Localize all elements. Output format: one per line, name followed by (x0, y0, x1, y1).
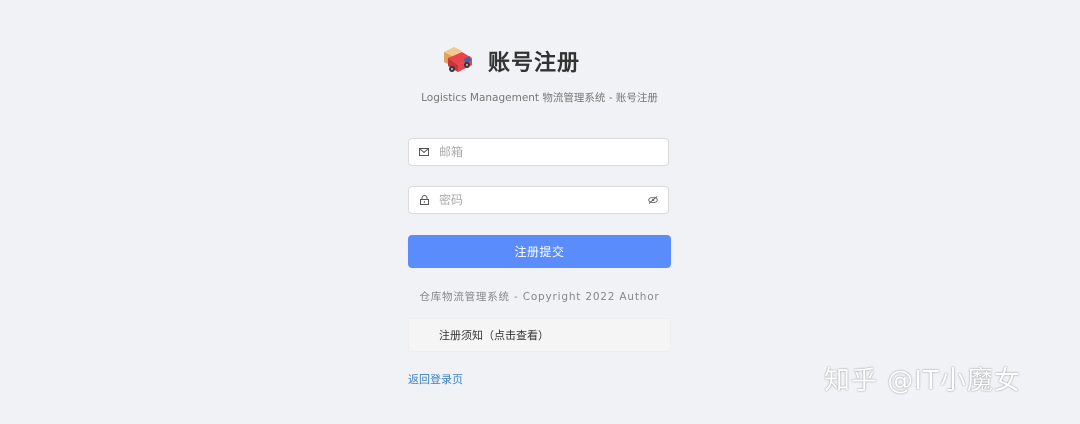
registration-notice-label: 注册须知（点击查看） (439, 329, 549, 342)
mail-icon (417, 148, 431, 156)
password-input[interactable] (439, 193, 646, 207)
lock-icon (417, 195, 431, 205)
delivery-truck-icon (444, 47, 472, 72)
password-field[interactable] (408, 186, 669, 214)
page-subtitle: Logistics Management 物流管理系统 - 账号注册 (421, 92, 658, 104)
email-input[interactable] (439, 145, 668, 159)
copyright-text: 仓库物流管理系统 - Copyright 2022 Author (419, 291, 660, 303)
back-to-login-link[interactable]: 返回登录页 (408, 371, 463, 387)
registration-notice-toggle[interactable]: 注册须知（点击查看） (408, 318, 671, 352)
register-page: 账号注册 Logistics Management 物流管理系统 - 账号注册 (0, 0, 1080, 424)
header: 账号注册 (440, 44, 580, 78)
email-field[interactable] (408, 138, 669, 166)
watermark: 知乎 @IT小魔女 (824, 366, 1021, 396)
submit-button[interactable]: 注册提交 (408, 235, 671, 268)
page-title: 账号注册 (488, 51, 581, 76)
eye-off-icon[interactable] (646, 196, 660, 204)
